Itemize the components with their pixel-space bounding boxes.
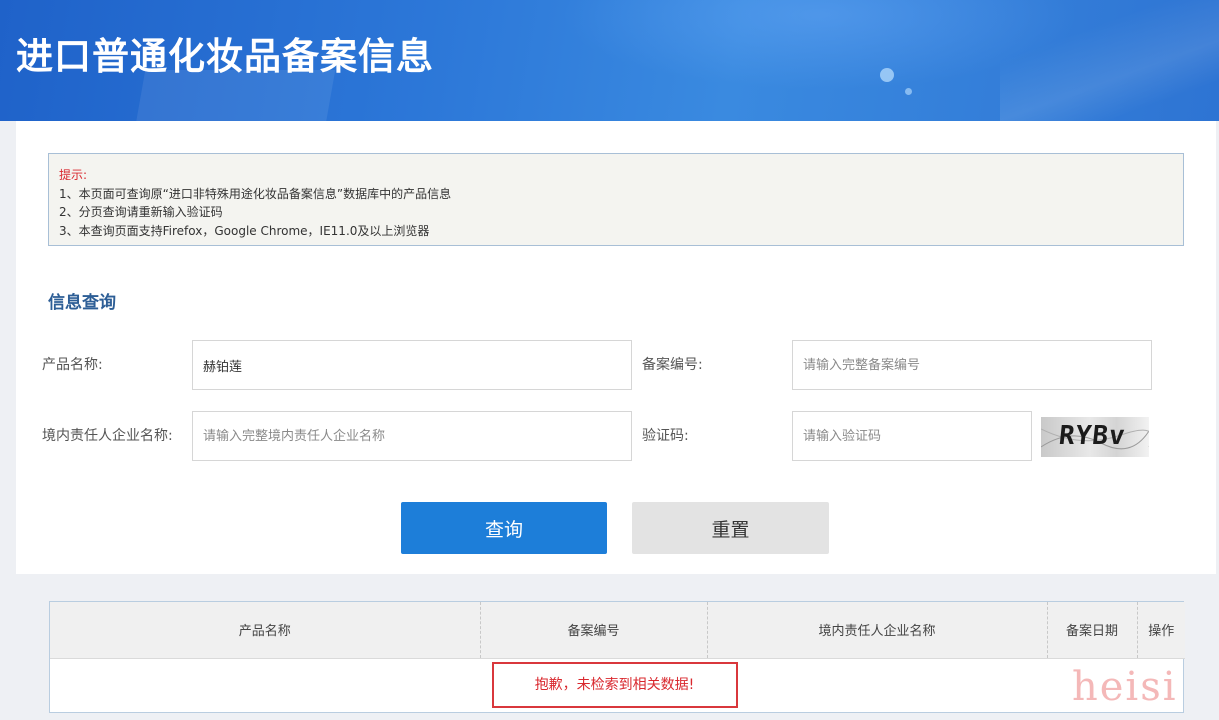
product-name-label: 产品名称: — [42, 357, 103, 373]
table-row: 抱歉，未检索到相关数据! — [50, 658, 1185, 712]
query-button[interactable]: 查询 — [401, 502, 607, 554]
column-header-company: 境内责任人企业名称 — [707, 602, 1048, 659]
search-panel: 提示: 1、本页面可查询原“进口非特殊用途化妆品备案信息”数据库中的产品信息 2… — [16, 121, 1216, 574]
page-header: 进口普通化妆品备案信息 — [0, 0, 1219, 121]
captcha-text: RYBv — [1057, 421, 1128, 451]
column-header-actions: 操作 — [1137, 602, 1185, 659]
notice-box: 提示: 1、本页面可查询原“进口非特殊用途化妆品备案信息”数据库中的产品信息 2… — [48, 153, 1184, 246]
header-decoration — [905, 88, 912, 95]
watermark: heisi — [1072, 664, 1178, 710]
captcha-input[interactable] — [792, 411, 1032, 461]
section-title: 信息查询 — [48, 293, 116, 313]
notice-line: 3、本查询页面支持Firefox，Google Chrome，IE11.0及以上… — [59, 223, 430, 238]
empty-result-message: 抱歉，未检索到相关数据! — [491, 662, 738, 709]
header-decoration — [880, 68, 894, 82]
results-table: 产品名称 备案编号 境内责任人企业名称 备案日期 操作 抱歉，未检索到相关数据! — [50, 602, 1185, 712]
record-no-input[interactable] — [792, 340, 1152, 390]
record-no-label: 备案编号: — [642, 357, 703, 373]
column-header-record-no: 备案编号 — [480, 602, 708, 659]
column-header-record-date: 备案日期 — [1047, 602, 1138, 659]
notice-line: 1、本页面可查询原“进口非特殊用途化妆品备案信息”数据库中的产品信息 — [59, 186, 452, 201]
captcha-image[interactable]: RYBv — [1041, 417, 1149, 457]
empty-cell: 抱歉，未检索到相关数据! — [50, 658, 1185, 712]
notice-title: 提示: — [59, 168, 88, 182]
company-label: 境内责任人企业名称: — [42, 428, 173, 444]
product-name-input[interactable] — [192, 340, 632, 390]
table-header-row: 产品名称 备案编号 境内责任人企业名称 备案日期 操作 — [50, 602, 1185, 659]
captcha-label: 验证码: — [642, 428, 689, 444]
company-input[interactable] — [192, 411, 632, 461]
column-header-product-name: 产品名称 — [50, 602, 481, 659]
notice-line: 2、分页查询请重新输入验证码 — [59, 205, 223, 219]
reset-button[interactable]: 重置 — [632, 502, 829, 554]
results-table-container: 产品名称 备案编号 境内责任人企业名称 备案日期 操作 抱歉，未检索到相关数据! — [49, 601, 1185, 713]
page-title: 进口普通化妆品备案信息 — [16, 35, 434, 78]
header-decoration — [1000, 0, 1219, 121]
